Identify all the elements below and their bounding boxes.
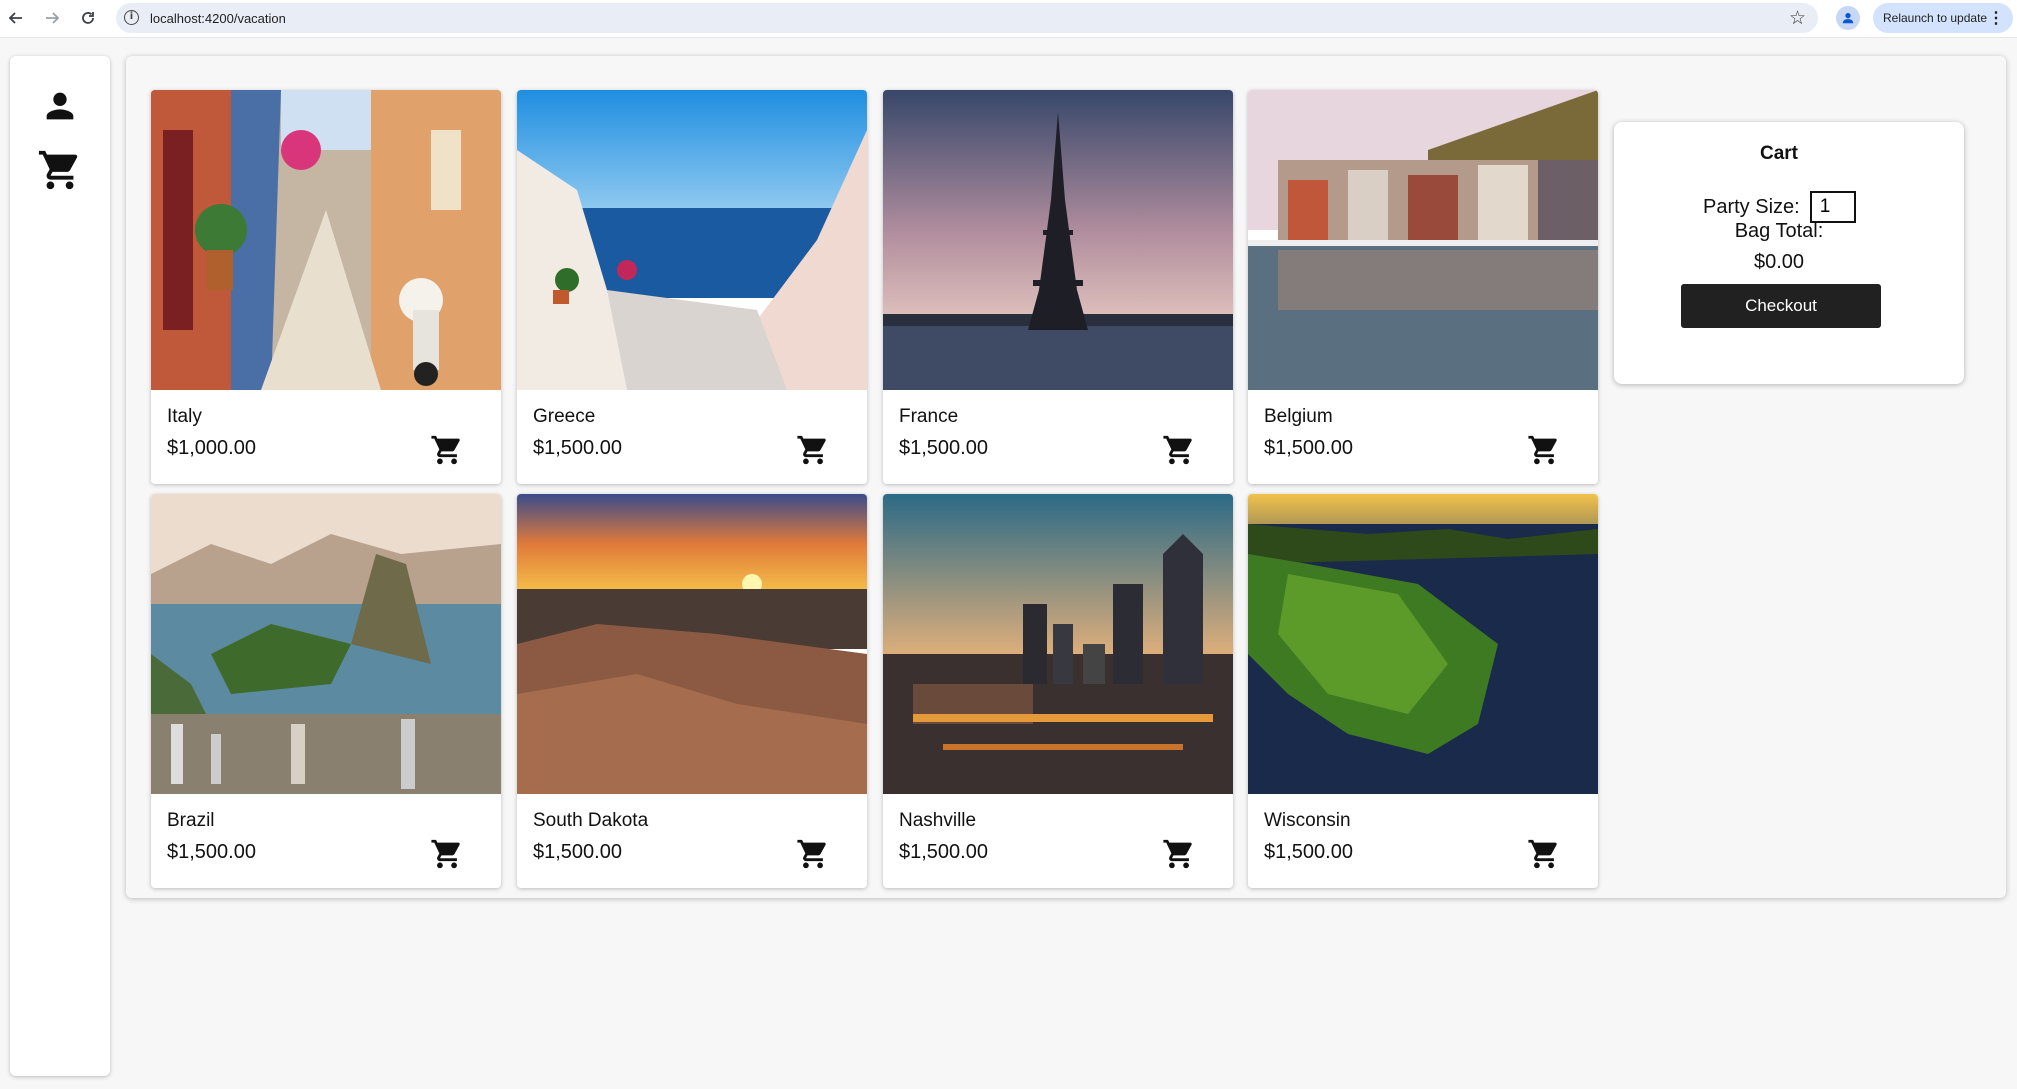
add-to-cart-icon xyxy=(430,837,464,871)
destination-price: $1,500.00 xyxy=(533,841,622,863)
destination-card-belgium: Belgium $1,500.00 xyxy=(1248,90,1598,484)
france-image xyxy=(883,90,1233,390)
browser-toolbar: i localhost:4200/vacation ☆ Relaunch to … xyxy=(0,0,2017,38)
add-to-cart-button[interactable] xyxy=(1524,430,1564,470)
relaunch-button[interactable]: Relaunch to update ⋮ xyxy=(1873,3,2013,33)
add-to-cart-icon xyxy=(1527,433,1561,467)
destination-name: Brazil xyxy=(167,810,215,831)
destination-name: France xyxy=(899,406,959,427)
destination-card-wisconsin: Wisconsin $1,500.00 xyxy=(1248,494,1598,888)
add-to-cart-icon xyxy=(430,433,464,467)
sidebar-cart-button[interactable] xyxy=(34,144,86,196)
url-text[interactable]: localhost:4200/vacation xyxy=(150,11,286,26)
destination-card-south-dakota: South Dakota $1,500.00 xyxy=(517,494,867,888)
cart-panel: Cart Party Size: Bag Total: $0.00 Checko… xyxy=(1614,122,1964,384)
profile-avatar-icon[interactable] xyxy=(1836,6,1860,30)
add-to-cart-icon xyxy=(796,433,830,467)
destination-name: Wisconsin xyxy=(1264,810,1351,831)
destination-name: Greece xyxy=(533,406,596,427)
destination-name: South Dakota xyxy=(533,810,649,831)
destination-card-brazil: Brazil $1,500.00 xyxy=(151,494,501,888)
reload-icon[interactable] xyxy=(74,4,102,32)
destination-price: $1,500.00 xyxy=(167,841,256,863)
add-to-cart-icon xyxy=(1527,837,1561,871)
add-to-cart-icon xyxy=(1162,433,1196,467)
destination-card-nashville: Nashville $1,500.00 xyxy=(883,494,1233,888)
destination-price: $1,000.00 xyxy=(167,437,256,459)
destination-price: $1,500.00 xyxy=(1264,841,1353,863)
destination-card-france: France $1,500.00 xyxy=(883,90,1233,484)
relaunch-label: Relaunch to update xyxy=(1883,11,1988,25)
add-to-cart-button[interactable] xyxy=(427,430,467,470)
destination-price: $1,500.00 xyxy=(1264,437,1353,459)
cart-title: Cart xyxy=(1759,143,1798,164)
nashville-image xyxy=(883,494,1233,794)
destination-price: $1,500.00 xyxy=(899,437,988,459)
add-to-cart-button[interactable] xyxy=(1524,834,1564,874)
party-size-label: Party Size: xyxy=(1703,195,1800,218)
shopping-cart-icon xyxy=(37,147,83,193)
add-to-cart-button[interactable] xyxy=(793,430,833,470)
add-to-cart-button[interactable] xyxy=(427,834,467,874)
more-menu-icon[interactable]: ⋮ xyxy=(1988,8,2004,28)
destination-price: $1,500.00 xyxy=(899,841,988,863)
destination-price: $1,500.00 xyxy=(533,437,622,459)
add-to-cart-icon xyxy=(1162,837,1196,871)
greece-image xyxy=(517,90,867,390)
add-to-cart-button[interactable] xyxy=(793,834,833,874)
address-bar[interactable]: i localhost:4200/vacation ☆ xyxy=(116,3,1818,33)
destination-card-greece: Greece $1,500.00 xyxy=(517,90,867,484)
forward-icon[interactable] xyxy=(38,4,66,32)
bag-total-label: Bag Total: xyxy=(1734,220,1824,242)
bookmark-star-icon[interactable]: ☆ xyxy=(1789,7,1806,30)
belgium-image xyxy=(1248,90,1598,390)
italy-image xyxy=(151,90,501,390)
brazil-image xyxy=(151,494,501,794)
wisconsin-image xyxy=(1248,494,1598,794)
add-to-cart-button[interactable] xyxy=(1159,834,1199,874)
checkout-button[interactable]: Checkout xyxy=(1681,284,1881,328)
destination-name: Italy xyxy=(167,406,202,427)
person-icon xyxy=(46,92,74,120)
add-to-cart-button[interactable] xyxy=(1159,430,1199,470)
party-size-row: Party Size: xyxy=(1703,191,1856,223)
back-icon[interactable] xyxy=(2,4,30,32)
south-dakota-image xyxy=(517,494,867,794)
party-size-input[interactable] xyxy=(1809,191,1856,223)
bag-total-value: $0.00 xyxy=(1753,251,1805,273)
destination-card-italy: Italy $1,000.00 xyxy=(151,90,501,484)
destination-name: Nashville xyxy=(899,810,977,831)
main-panel: Italy $1,000.00 Greece $1,500.00 France … xyxy=(126,56,2006,898)
add-to-cart-icon xyxy=(796,837,830,871)
sidebar xyxy=(10,56,110,1076)
site-info-icon[interactable]: i xyxy=(124,10,139,25)
destination-name: Belgium xyxy=(1264,406,1333,427)
sidebar-profile-button[interactable] xyxy=(34,80,86,132)
